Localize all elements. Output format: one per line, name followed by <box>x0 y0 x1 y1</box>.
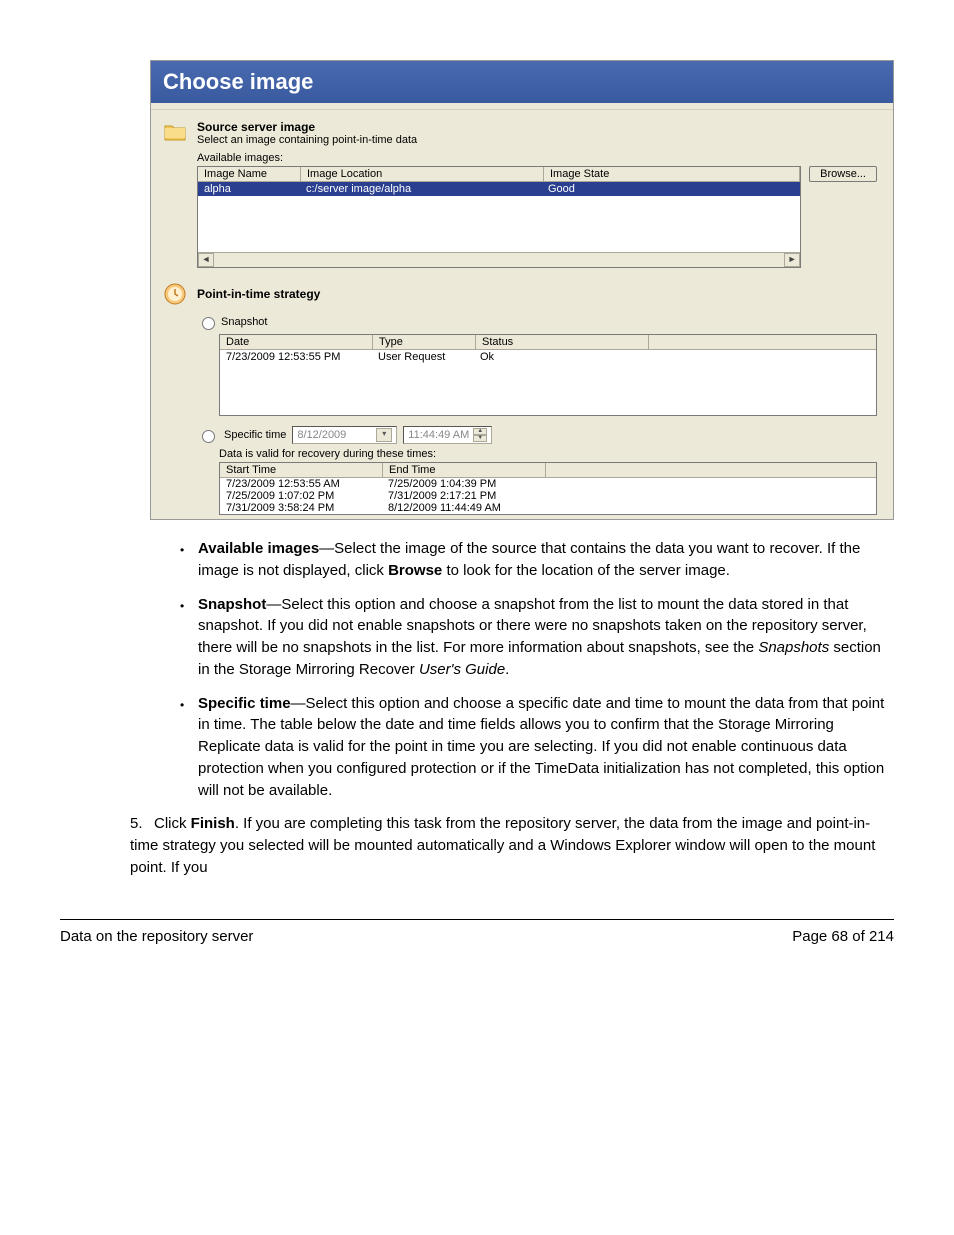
cell-image-name: alpha <box>198 182 300 196</box>
clock-icon <box>163 282 187 306</box>
col-type[interactable]: Type <box>373 335 476 349</box>
browse-button[interactable]: Browse... <box>809 166 877 182</box>
scroll-left-icon[interactable]: ◄ <box>198 253 214 267</box>
choose-image-dialog: Choose image Source server image Select … <box>150 60 894 520</box>
available-images-table[interactable]: Image Name Image Location Image State al… <box>197 166 801 268</box>
snapshot-radio[interactable] <box>202 317 215 330</box>
col-date[interactable]: Date <box>220 335 373 349</box>
col-image-state[interactable]: Image State <box>544 167 800 181</box>
cell-start: 7/31/2009 3:58:24 PM <box>220 502 382 514</box>
valid-recovery-label: Data is valid for recovery during these … <box>219 448 881 460</box>
bullet-available-images: Available images—Select the image of the… <box>180 538 894 582</box>
time-picker[interactable]: 11:44:49 AM ▲▼ <box>403 426 492 444</box>
scroll-right-icon[interactable]: ► <box>784 253 800 267</box>
col-end-time[interactable]: End Time <box>383 463 546 477</box>
table-row: 7/25/2009 1:07:02 PM 7/31/2009 2:17:21 P… <box>220 490 876 502</box>
cell-type: User Request <box>372 350 474 364</box>
page-footer: Data on the repository server Page 68 of… <box>60 919 894 945</box>
col-start-time[interactable]: Start Time <box>220 463 383 477</box>
table-row: 7/23/2009 12:53:55 AM 7/25/2009 1:04:39 … <box>220 478 876 490</box>
cell-status: Ok <box>474 350 646 364</box>
folder-icon <box>163 120 187 144</box>
table-row: 7/31/2009 3:58:24 PM 8/12/2009 11:44:49 … <box>220 502 876 514</box>
specific-time-radio[interactable] <box>202 430 215 443</box>
dialog-title: Choose image <box>151 61 893 103</box>
col-image-name[interactable]: Image Name <box>198 167 301 181</box>
document-body: Available images—Select the image of the… <box>60 538 894 879</box>
cell-image-location: c:/server image/alpha <box>300 182 542 196</box>
bullet-snapshot: Snapshot—Select this option and choose a… <box>180 594 894 681</box>
bullet-specific-time: Specific time—Select this option and cho… <box>180 693 894 802</box>
table-row[interactable]: 7/23/2009 12:53:55 PM User Request Ok <box>220 350 876 364</box>
date-picker[interactable]: 8/12/2009 ▾ <box>292 426 397 444</box>
cell-end: 8/12/2009 11:44:49 AM <box>382 502 544 514</box>
snapshot-table[interactable]: Date Type Status 7/23/2009 12:53:55 PM U… <box>219 334 877 416</box>
table-row[interactable]: alpha c:/server image/alpha Good <box>198 182 800 196</box>
cell-end: 7/31/2009 2:17:21 PM <box>382 490 544 502</box>
recovery-times-table[interactable]: Start Time End Time 7/23/2009 12:53:55 A… <box>219 462 877 515</box>
pit-heading: Point-in-time strategy <box>197 287 320 301</box>
col-image-location[interactable]: Image Location <box>301 167 544 181</box>
chevron-down-icon[interactable]: ▾ <box>376 428 392 442</box>
footer-right: Page 68 of 214 <box>792 928 894 945</box>
cell-start: 7/25/2009 1:07:02 PM <box>220 490 382 502</box>
source-sub: Select an image containing point-in-time… <box>197 134 417 146</box>
cell-end: 7/25/2009 1:04:39 PM <box>382 478 544 490</box>
time-spinner[interactable]: ▲▼ <box>473 428 487 442</box>
date-value: 8/12/2009 <box>297 429 346 441</box>
cell-start: 7/23/2009 12:53:55 AM <box>220 478 382 490</box>
source-heading: Source server image <box>197 120 417 134</box>
snapshot-label: Snapshot <box>221 316 267 328</box>
horizontal-scrollbar[interactable]: ◄ ► <box>198 252 800 267</box>
cell-date: 7/23/2009 12:53:55 PM <box>220 350 372 364</box>
step-5: 5.Click Finish. If you are completing th… <box>130 813 894 878</box>
time-value: 11:44:49 AM <box>408 429 469 441</box>
footer-left: Data on the repository server <box>60 928 253 945</box>
cell-image-state: Good <box>542 182 800 196</box>
specific-time-label: Specific time <box>224 429 286 441</box>
col-status[interactable]: Status <box>476 335 649 349</box>
available-images-label: Available images: <box>197 152 881 164</box>
